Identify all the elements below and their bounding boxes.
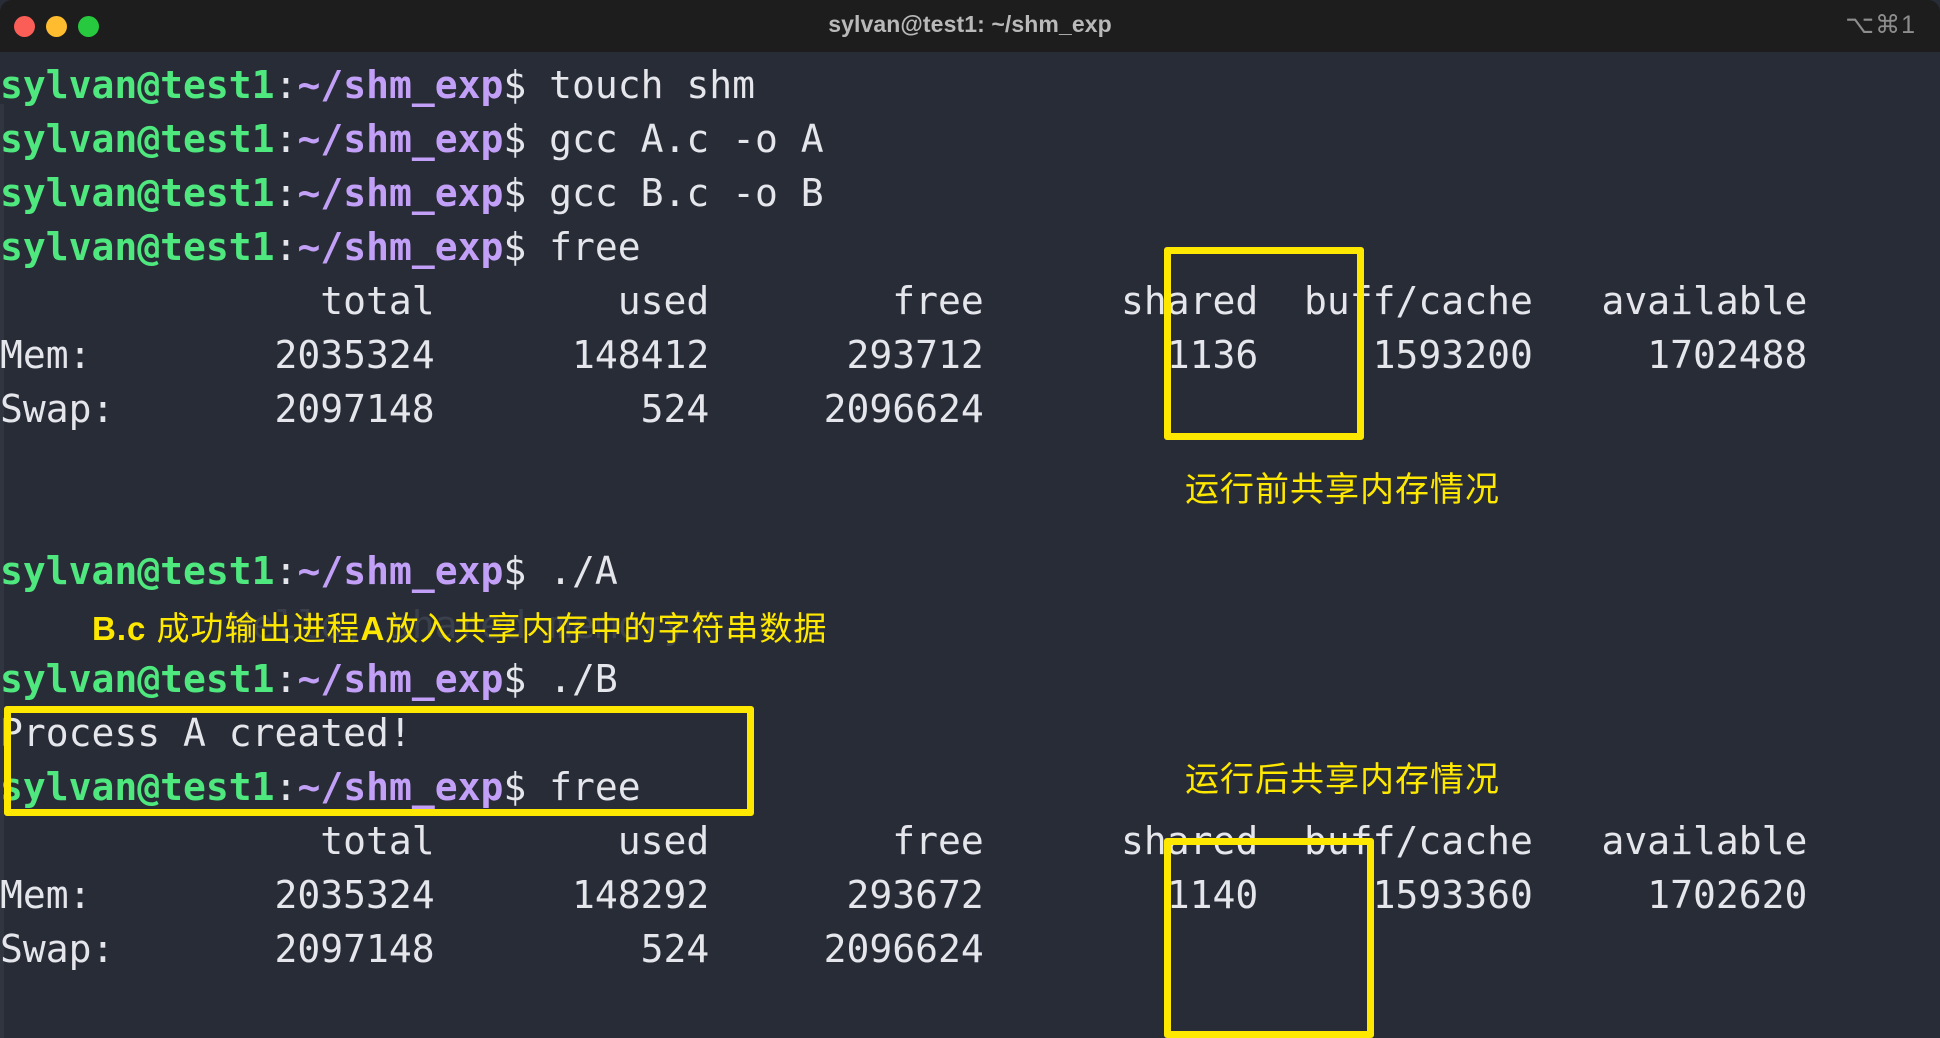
terminal-line-run-b: sylvan@test1:~/shm_exp$ ./B [0, 652, 1940, 706]
command-free-1: free [549, 225, 641, 269]
annotation-bc-label: B.c [92, 610, 147, 647]
annotation-after-shared: 运行后共享内存情况 [1185, 761, 1500, 799]
prompt-path: ~/shm_exp [297, 765, 504, 809]
command-gcc-b: gcc B.c -o B [549, 171, 824, 215]
free-table-2-swap-row: Swap: 2097148 524 2096624 [0, 927, 984, 971]
prompt-path: ~/shm_exp [297, 225, 504, 269]
prompt-path: ~/shm_exp [297, 117, 504, 161]
prompt-colon: : [274, 63, 298, 107]
window-title: sylvan@test1: ~/shm_exp [828, 11, 1112, 37]
prompt-user: sylvan@test1 [0, 171, 275, 215]
prompt-dollar: $ [503, 117, 527, 161]
terminal-line-gcc-b: sylvan@test1:~/shm_exp$ gcc B.c -o B [0, 166, 1940, 220]
terminal-line-touch: sylvan@test1:~/shm_exp$ touch shm [0, 58, 1940, 112]
prompt-colon: : [274, 225, 298, 269]
prompt-user: sylvan@test1 [0, 549, 275, 593]
prompt-path: ~/shm_exp [297, 171, 504, 215]
free-table-1-swap-row: Swap: 2097148 524 2096624 [0, 387, 984, 431]
command-free-2: free [549, 765, 641, 809]
prompt-dollar: $ [503, 657, 527, 701]
free-table-1-header: total used free shared buff/cache availa… [0, 279, 1808, 323]
prompt-user: sylvan@test1 [0, 225, 275, 269]
free-table-2-header: total used free shared buff/cache availa… [0, 819, 1808, 863]
free-table-2-mem-row: Mem: 2035324 148292 293672 1140 1593360 … [0, 873, 1808, 917]
prompt-dollar: $ [503, 765, 527, 809]
window-titlebar[interactable]: sylvan@test1: ~/shm_exp ⌥⌘1 [0, 0, 1940, 52]
terminal-line-free-1: sylvan@test1:~/shm_exp$ free [0, 220, 1940, 274]
prompt-colon: : [274, 765, 298, 809]
terminal-line-free-2: sylvan@test1:~/shm_exp$ free [0, 760, 1940, 814]
command-run-a: ./A [549, 549, 618, 593]
command-run-b: ./B [549, 657, 618, 701]
prompt-user: sylvan@test1 [0, 117, 275, 161]
terminal-content[interactable]: sylvan@test1:~/shm_exp$ touch shm sylvan… [0, 52, 1940, 1038]
prompt-path: ~/shm_exp [297, 549, 504, 593]
window-shortcut-hint: ⌥⌘1 [1845, 11, 1916, 39]
prompt-path: ~/shm_exp [297, 63, 504, 107]
prompt-colon: : [274, 171, 298, 215]
prompt-user: sylvan@test1 [0, 657, 275, 701]
prompt-dollar: $ [503, 63, 527, 107]
annotation-bc-process: A [360, 610, 386, 647]
prompt-path: ~/shm_exp [297, 657, 504, 701]
prompt-dollar: $ [503, 549, 527, 593]
terminal-line-gcc-a: sylvan@test1:~/shm_exp$ gcc A.c -o A [0, 112, 1940, 166]
prompt-colon: : [274, 657, 298, 701]
prompt-dollar: $ [503, 225, 527, 269]
terminal-line-run-a: sylvan@test1:~/shm_exp$ ./A [0, 544, 1940, 598]
prompt-dollar: $ [503, 171, 527, 215]
annotation-bc-note: B.c 成功输出进程A放入共享内存中的字符串数据 [92, 602, 827, 650]
annotation-before-shared: 运行前共享内存情况 [1185, 471, 1500, 509]
annotation-bc-mid: 成功输出进程 [146, 610, 361, 647]
command-gcc-a: gcc A.c -o A [549, 117, 824, 161]
annotation-bc-tail: 放入共享内存中的字符串数据 [385, 610, 828, 647]
free-table-1-mem-row: Mem: 2035324 148412 293712 1136 1593200 … [0, 333, 1808, 377]
prompt-colon: : [274, 117, 298, 161]
prompt-user: sylvan@test1 [0, 63, 275, 107]
run-b-output: Process A created! [0, 711, 412, 755]
command-touch: touch shm [549, 63, 756, 107]
terminal-window: sylvan@test1: ~/shm_exp ⌥⌘1 sylvan@test1… [0, 0, 1940, 1038]
prompt-user: sylvan@test1 [0, 765, 275, 809]
prompt-colon: : [274, 549, 298, 593]
